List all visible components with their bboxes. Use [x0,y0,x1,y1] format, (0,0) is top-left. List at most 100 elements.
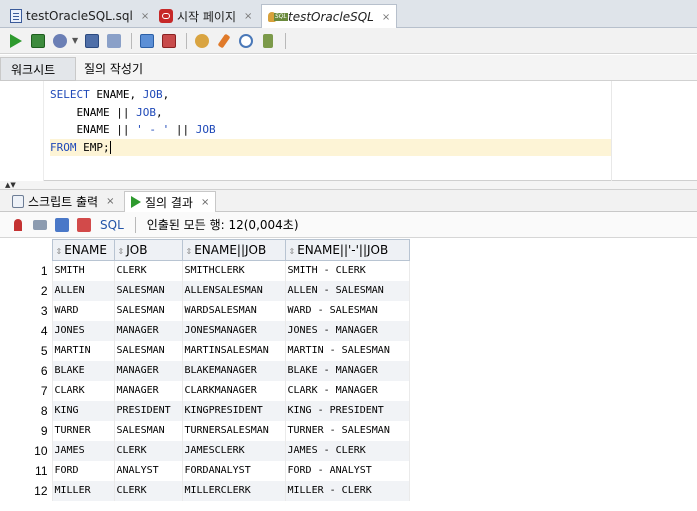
table-cell[interactable]: ALLEN [51,280,115,301]
commit-button[interactable] [137,31,157,51]
table-cell[interactable]: ALLEN - SALESMAN [284,280,410,301]
pane-splitter[interactable]: ▲▼ [0,181,697,190]
close-icon[interactable]: × [244,11,252,22]
table-row[interactable]: 7 CLARK MANAGER CLARKMANAGER CLARK - MANAGER [6,380,410,401]
table-cell[interactable]: CLARK - MANAGER [284,380,410,401]
sql-tuning-button[interactable] [104,31,124,51]
table-cell[interactable]: CLERK [113,440,183,461]
column-header-ename-job[interactable]: ⇕ ENAME||JOB [181,239,286,261]
table-cell[interactable]: CLARK [51,380,115,401]
table-cell[interactable]: KING [51,400,115,421]
unshared-sql-button[interactable] [192,31,212,51]
format-button[interactable] [258,31,278,51]
close-icon[interactable]: × [382,12,390,23]
table-row[interactable]: 6 BLAKE MANAGER BLAKEMANAGER BLAKE - MANAGER [6,360,410,381]
table-row[interactable]: 8 KING PRESIDENT KINGPRESIDENT KING - PRESID… [6,400,410,421]
pin-button[interactable] [8,215,28,235]
table-cell[interactable]: BLAKEMANAGER [181,360,286,381]
tab-script-output[interactable]: 스크립트 출력 × [6,191,120,212]
autotrace-button[interactable] [50,31,70,51]
table-cell[interactable]: JAMES [51,440,115,461]
code-line[interactable]: ENAME || JOB, [50,104,611,122]
sql-code[interactable]: SELECT ENAME, JOB, ENAME || JOB, ENAME |… [50,86,611,156]
tab-query-result[interactable]: 질의 결과 × [124,191,217,212]
table-row[interactable]: 10 JAMES CLERK JAMESCLERK JAMES - CLERK [6,440,410,461]
table-cell[interactable]: MANAGER [113,320,183,341]
table-cell[interactable]: SALESMAN [113,420,183,441]
doc-tab-start-page[interactable]: 시작 페이지 × [153,4,258,28]
sql-link[interactable]: SQL [100,218,124,232]
clear-button[interactable] [214,31,234,51]
table-cell[interactable]: SMITH [51,260,115,281]
print-button[interactable] [30,215,50,235]
run-statement-button[interactable] [6,31,26,51]
code-line[interactable]: SELECT ENAME, JOB, [50,86,611,104]
table-cell[interactable]: ANALYST [113,460,183,481]
table-cell[interactable]: CLARKMANAGER [181,380,286,401]
explain-plan-button[interactable] [82,31,102,51]
table-cell[interactable]: JAMESCLERK [181,440,286,461]
tab-query-builder[interactable]: 질의 작성기 [84,60,143,77]
table-cell[interactable]: FORDANALYST [181,460,286,481]
table-cell[interactable]: KING - PRESIDENT [284,400,410,421]
table-cell[interactable]: CLERK [113,260,183,281]
table-cell[interactable]: JAMES - CLERK [284,440,410,461]
table-cell[interactable]: CLERK [113,480,183,501]
rollback-button[interactable] [159,31,179,51]
table-cell[interactable]: WARD - SALESMAN [284,300,410,321]
table-cell[interactable]: JONES - MANAGER [284,320,410,341]
table-row[interactable]: 11 FORD ANALYST FORDANALYST FORD - ANALYST [6,460,410,481]
table-cell[interactable]: TURNER - SALESMAN [284,420,410,441]
table-cell[interactable]: JONESMANAGER [181,320,286,341]
table-cell[interactable]: SALESMAN [113,340,183,361]
chevron-down-icon[interactable]: ▼ [72,36,78,45]
refresh-button[interactable] [52,215,72,235]
table-row[interactable]: 1 SMITH CLERK SMITHCLERK SMITH - CLERK [6,260,410,281]
table-cell[interactable]: MILLER [51,480,115,501]
table-cell[interactable]: SMITHCLERK [181,260,286,281]
table-cell[interactable]: MANAGER [113,360,183,381]
code-line[interactable]: FROM EMP; [50,138,611,156]
cancel-fetch-button[interactable] [74,215,94,235]
table-cell[interactable]: TURNERSALESMAN [181,420,286,441]
tab-worksheet[interactable]: 워크시트 [0,57,76,81]
column-header-ename-dash-job[interactable]: ⇕ ENAME||'-'||JOB [284,239,410,261]
table-cell[interactable]: MARTIN [51,340,115,361]
table-cell[interactable]: MANAGER [113,380,183,401]
splitter-arrows-icon[interactable]: ▲▼ [5,182,16,189]
table-cell[interactable]: KINGPRESIDENT [181,400,286,421]
table-cell[interactable]: MILLER - CLERK [284,480,410,501]
column-header-job[interactable]: ⇕ JOB [113,239,183,261]
sql-history-button[interactable] [236,31,256,51]
table-row[interactable]: 9 TURNER SALESMAN TURNERSALESMAN TURNER - SA… [6,420,410,441]
table-cell[interactable]: WARDSALESMAN [181,300,286,321]
close-icon[interactable]: × [201,197,209,208]
table-cell[interactable]: BLAKE - MANAGER [284,360,410,381]
table-row[interactable]: 4 JONES MANAGER JONESMANAGER JONES - MANAGER [6,320,410,341]
table-cell[interactable]: WARD [51,300,115,321]
table-cell[interactable]: PRESIDENT [113,400,183,421]
table-cell[interactable]: TURNER [51,420,115,441]
table-row[interactable]: 5 MARTIN SALESMAN MARTINSALESMAN MARTIN - SA… [6,340,410,361]
table-cell[interactable]: MARTIN - SALESMAN [284,340,410,361]
run-script-button[interactable] [28,31,48,51]
table-row[interactable]: 2 ALLEN SALESMAN ALLENSALESMAN ALLEN - SALES… [6,280,410,301]
table-cell[interactable]: FORD - ANALYST [284,460,410,481]
table-cell[interactable]: MILLERCLERK [181,480,286,501]
table-cell[interactable]: JONES [51,320,115,341]
close-icon[interactable]: × [106,196,114,207]
doc-tab-worksheet[interactable]: testOracleSQL × [261,4,398,29]
table-cell[interactable]: SALESMAN [113,280,183,301]
close-icon[interactable]: × [141,11,149,22]
table-cell[interactable]: MARTINSALESMAN [181,340,286,361]
sql-editor[interactable]: SELECT ENAME, JOB, ENAME || JOB, ENAME |… [0,81,697,181]
table-cell[interactable]: SMITH - CLERK [284,260,410,281]
table-cell[interactable]: ALLENSALESMAN [181,280,286,301]
code-line[interactable]: ENAME || ' - ' || JOB [50,121,611,139]
column-header-ename[interactable]: ⇕ ENAME [51,239,115,261]
table-row[interactable]: 3 WARD SALESMAN WARDSALESMAN WARD - SALESMAN [6,300,410,321]
table-cell[interactable]: FORD [51,460,115,481]
table-cell[interactable]: SALESMAN [113,300,183,321]
table-cell[interactable]: BLAKE [51,360,115,381]
doc-tab-sql-file[interactable]: testOracleSQL.sql × [4,4,155,28]
